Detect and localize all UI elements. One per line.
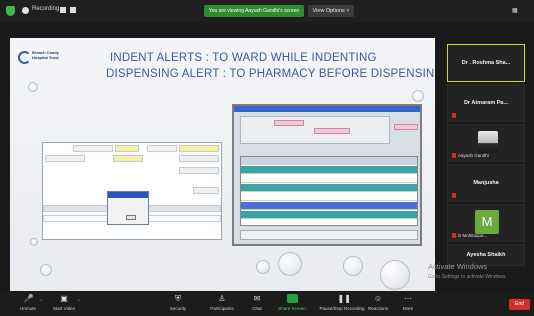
unmute-button[interactable]: 🎤 Unmute [8, 294, 48, 311]
screenshot-table-row [241, 166, 417, 174]
screenshot-field [147, 145, 177, 152]
screenshot-field [314, 128, 350, 134]
share-screen-label: Share Screen [278, 306, 306, 311]
shared-slide: Breach Candy Hospital Trust INDENT ALERT… [10, 38, 435, 291]
participant-video-photo [478, 131, 498, 153]
dialog-message [108, 198, 148, 206]
participant-name: Ayesha Shaikh [466, 252, 506, 258]
bubble-decoration [380, 260, 410, 290]
screenshot-field [179, 145, 219, 152]
record-icon [22, 7, 29, 14]
dialog-ok [126, 215, 136, 220]
chat-button[interactable]: ✉ Chat [237, 294, 277, 311]
activate-windows-subtitle: Go to Settings to activate Windows [428, 274, 506, 280]
participant-gallery: Dr . Roshma Sha... Dr Atmaram Pa... Aayu… [447, 38, 525, 268]
screenshot-titlebar [234, 106, 420, 112]
share-screen-button[interactable]: Share Screen [272, 294, 312, 311]
screenshot-field [179, 155, 219, 162]
security-shield-icon: ⛨ [175, 294, 181, 303]
zoom-meeting-window: Recording... You are viewing Aayush Gand… [0, 0, 534, 316]
pause-stop-icon: ❚❚ [337, 294, 351, 303]
dispensing-screen-screenshot [232, 104, 422, 246]
more-label: More [402, 306, 414, 311]
screenshot-field [73, 145, 113, 152]
participant-label: Aayush Gandhi [452, 153, 489, 158]
security-label: Security [169, 306, 187, 311]
more-button[interactable]: ⋯ More [388, 294, 428, 311]
pause-icon[interactable] [60, 7, 66, 13]
screenshot-alert-dialog [107, 191, 149, 225]
activate-windows-title: Activate Windows [428, 262, 488, 271]
screenshot-field [193, 187, 219, 194]
screenshot-field [45, 155, 85, 162]
participant-name: Manjusha [473, 180, 499, 186]
mic-muted-icon [452, 153, 456, 158]
screenshot-table-header [241, 157, 417, 165]
screenshot-footer [240, 230, 418, 240]
screenshot-table-row [241, 175, 417, 183]
participants-icon: ♙ [218, 294, 226, 303]
screenshot-table-row [241, 202, 417, 210]
unmute-label: Unmute [20, 306, 36, 311]
participant-tile[interactable]: Dr Atmaram Pa... [447, 84, 525, 122]
start-video-label: Start Video [52, 306, 76, 311]
top-bar: Recording... You are viewing Aayush Gand… [0, 0, 534, 22]
more-icon: ⋯ [404, 294, 412, 303]
participant-tile[interactable]: Dr . Roshma Sha... [447, 44, 525, 82]
screenshot-field [394, 124, 418, 130]
bubble-decoration [256, 260, 270, 274]
participant-avatar: M [475, 210, 499, 234]
screenshot-field [115, 145, 139, 152]
participant-tile[interactable]: Manjusha [447, 164, 525, 202]
indent-screen-screenshot [42, 142, 222, 240]
screenshot-field [179, 167, 219, 174]
shield-icon[interactable] [6, 6, 15, 16]
mic-muted-icon [452, 113, 458, 118]
bubble-decoration [412, 90, 424, 102]
stop-icon[interactable] [70, 7, 76, 13]
share-screen-icon [286, 294, 298, 303]
slide-title-line-1: INDENT ALERTS : TO WARD WHILE INDENTING [110, 52, 377, 64]
bubble-decoration [278, 252, 302, 276]
meeting-toolbar: 🎤 Unmute ^ ▣ Start Video ^ ⛨ Security ♙ … [0, 292, 534, 316]
view-options-button[interactable]: View Options ˅ [308, 5, 354, 17]
chevron-up-icon[interactable]: ^ [78, 298, 80, 303]
screenshot-field [274, 120, 304, 126]
screenshot-table-row [241, 211, 417, 219]
participant-label: D Mohitaqua... [452, 233, 487, 238]
participant-name: Dr . Roshma Sha... [461, 60, 511, 66]
participants-label: Participants [210, 306, 234, 311]
mic-muted-icon [452, 233, 456, 238]
participant-name: Aayush Gandhi [458, 152, 489, 158]
participant-name: Dr Atmaram Pa... [463, 100, 509, 106]
participant-name: D Mohitaqua... [458, 232, 488, 238]
mic-muted-icon [452, 193, 458, 198]
logo-icon [18, 51, 31, 64]
chevron-up-icon[interactable]: ^ [40, 298, 42, 303]
bubble-decoration [40, 264, 52, 276]
slide-title-line-2: DISPENSING ALERT : TO PHARMACY BEFORE DI… [106, 68, 435, 80]
end-meeting-button[interactable]: End [509, 299, 530, 310]
participants-button[interactable]: ♙ Participants [202, 294, 242, 311]
video-camera-off-icon: ▣ [60, 294, 68, 303]
participant-tile[interactable]: M D Mohitaqua... [447, 204, 525, 242]
screenshot-table-row [241, 184, 417, 192]
bubble-decoration [343, 256, 363, 276]
chat-icon: ✉ [253, 294, 261, 303]
screenshot-table-row [241, 193, 417, 201]
logo-text: Breach Candy Hospital Trust [32, 50, 59, 60]
share-banner: You are viewing Aayush Gandhi's screen [204, 5, 304, 17]
security-button[interactable]: ⛨ Security [158, 294, 198, 311]
gallery-view-icon[interactable]: ▦ [512, 7, 518, 14]
bubble-decoration [30, 238, 38, 246]
bubble-decoration [28, 82, 38, 92]
reactions-icon: ☺ [373, 294, 383, 303]
hospital-logo: Breach Candy Hospital Trust [18, 48, 59, 70]
screenshot-table [240, 156, 418, 226]
microphone-muted-icon: 🎤 [23, 294, 34, 303]
chat-label: Chat [252, 306, 262, 311]
participant-tile[interactable]: Aayush Gandhi [447, 124, 525, 162]
screenshot-field [113, 155, 143, 162]
